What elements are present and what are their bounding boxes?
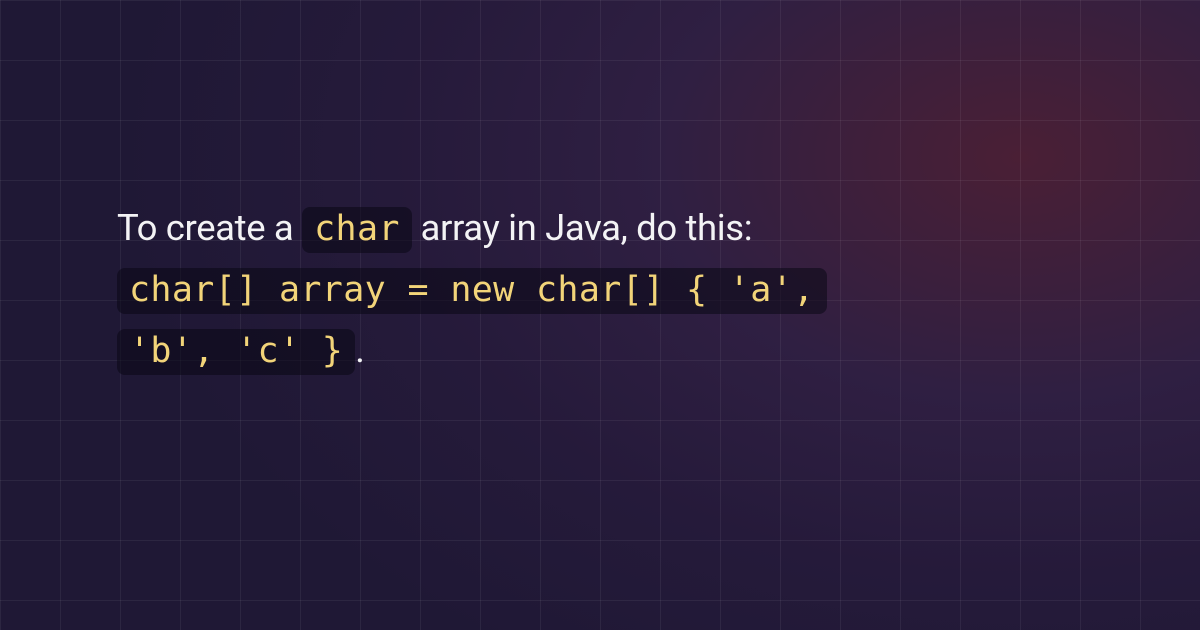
inline-code-char: char [302,207,412,253]
text-end: . [355,328,364,371]
code-line-2: 'b', 'c' } [117,329,355,375]
text-intro: To create a [117,206,302,249]
instruction-paragraph: To create a char array in Java, do this:… [117,198,1100,381]
text-mid: array in Java, do this: [412,206,752,249]
code-line-1: char[] array = new char[] { 'a', [117,268,827,314]
code-block: char[] array = new char[] { 'a','b', 'c'… [117,267,827,371]
